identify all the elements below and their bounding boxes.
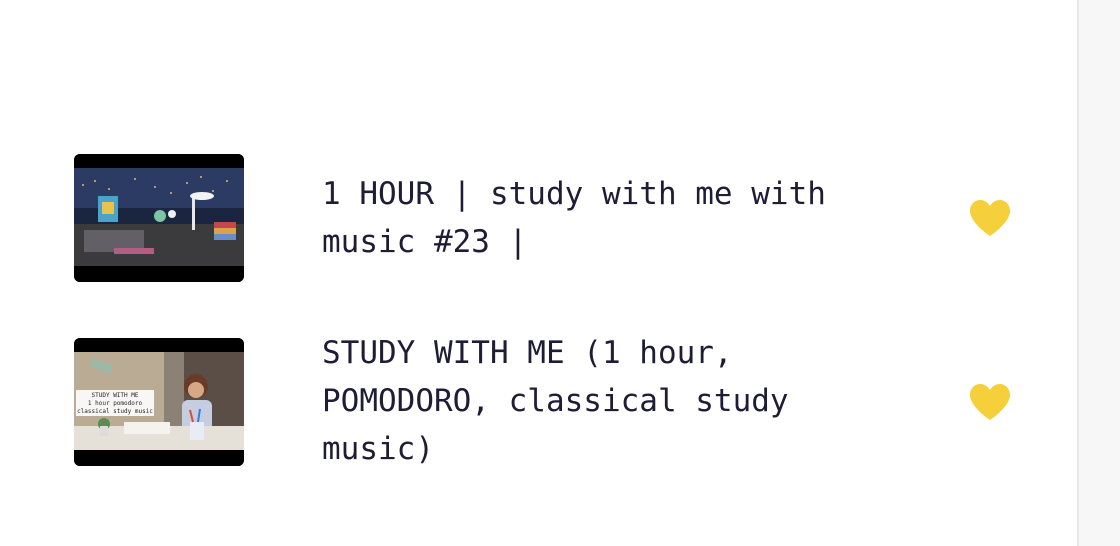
video-thumbnail[interactable] <box>74 154 244 282</box>
heart-icon[interactable] <box>968 382 1012 422</box>
thumbnail-caption: STUDY WITH ME <box>92 392 139 399</box>
thumbnail-image <box>74 154 244 282</box>
list-item[interactable]: 1 HOUR | study with me with music #23 | <box>74 154 1024 282</box>
thumbnail-caption: classical study music <box>77 408 153 415</box>
video-list-page: 1 HOUR | study with me with music #23 | <box>0 0 1120 546</box>
heart-icon[interactable] <box>968 198 1012 238</box>
video-title[interactable]: 1 HOUR | study with me with music #23 | <box>322 170 882 266</box>
video-thumbnail[interactable]: STUDY WITH ME 1 hour pomodoro classical … <box>74 338 244 466</box>
thumbnail-image: STUDY WITH ME 1 hour pomodoro classical … <box>74 338 244 466</box>
thumbnail-caption: 1 hour pomodoro <box>88 400 143 407</box>
video-title[interactable]: STUDY WITH ME (1 hour, POMODORO, classic… <box>322 329 882 473</box>
list-item[interactable]: STUDY WITH ME 1 hour pomodoro classical … <box>74 335 1024 467</box>
scrollbar[interactable] <box>1077 0 1120 546</box>
